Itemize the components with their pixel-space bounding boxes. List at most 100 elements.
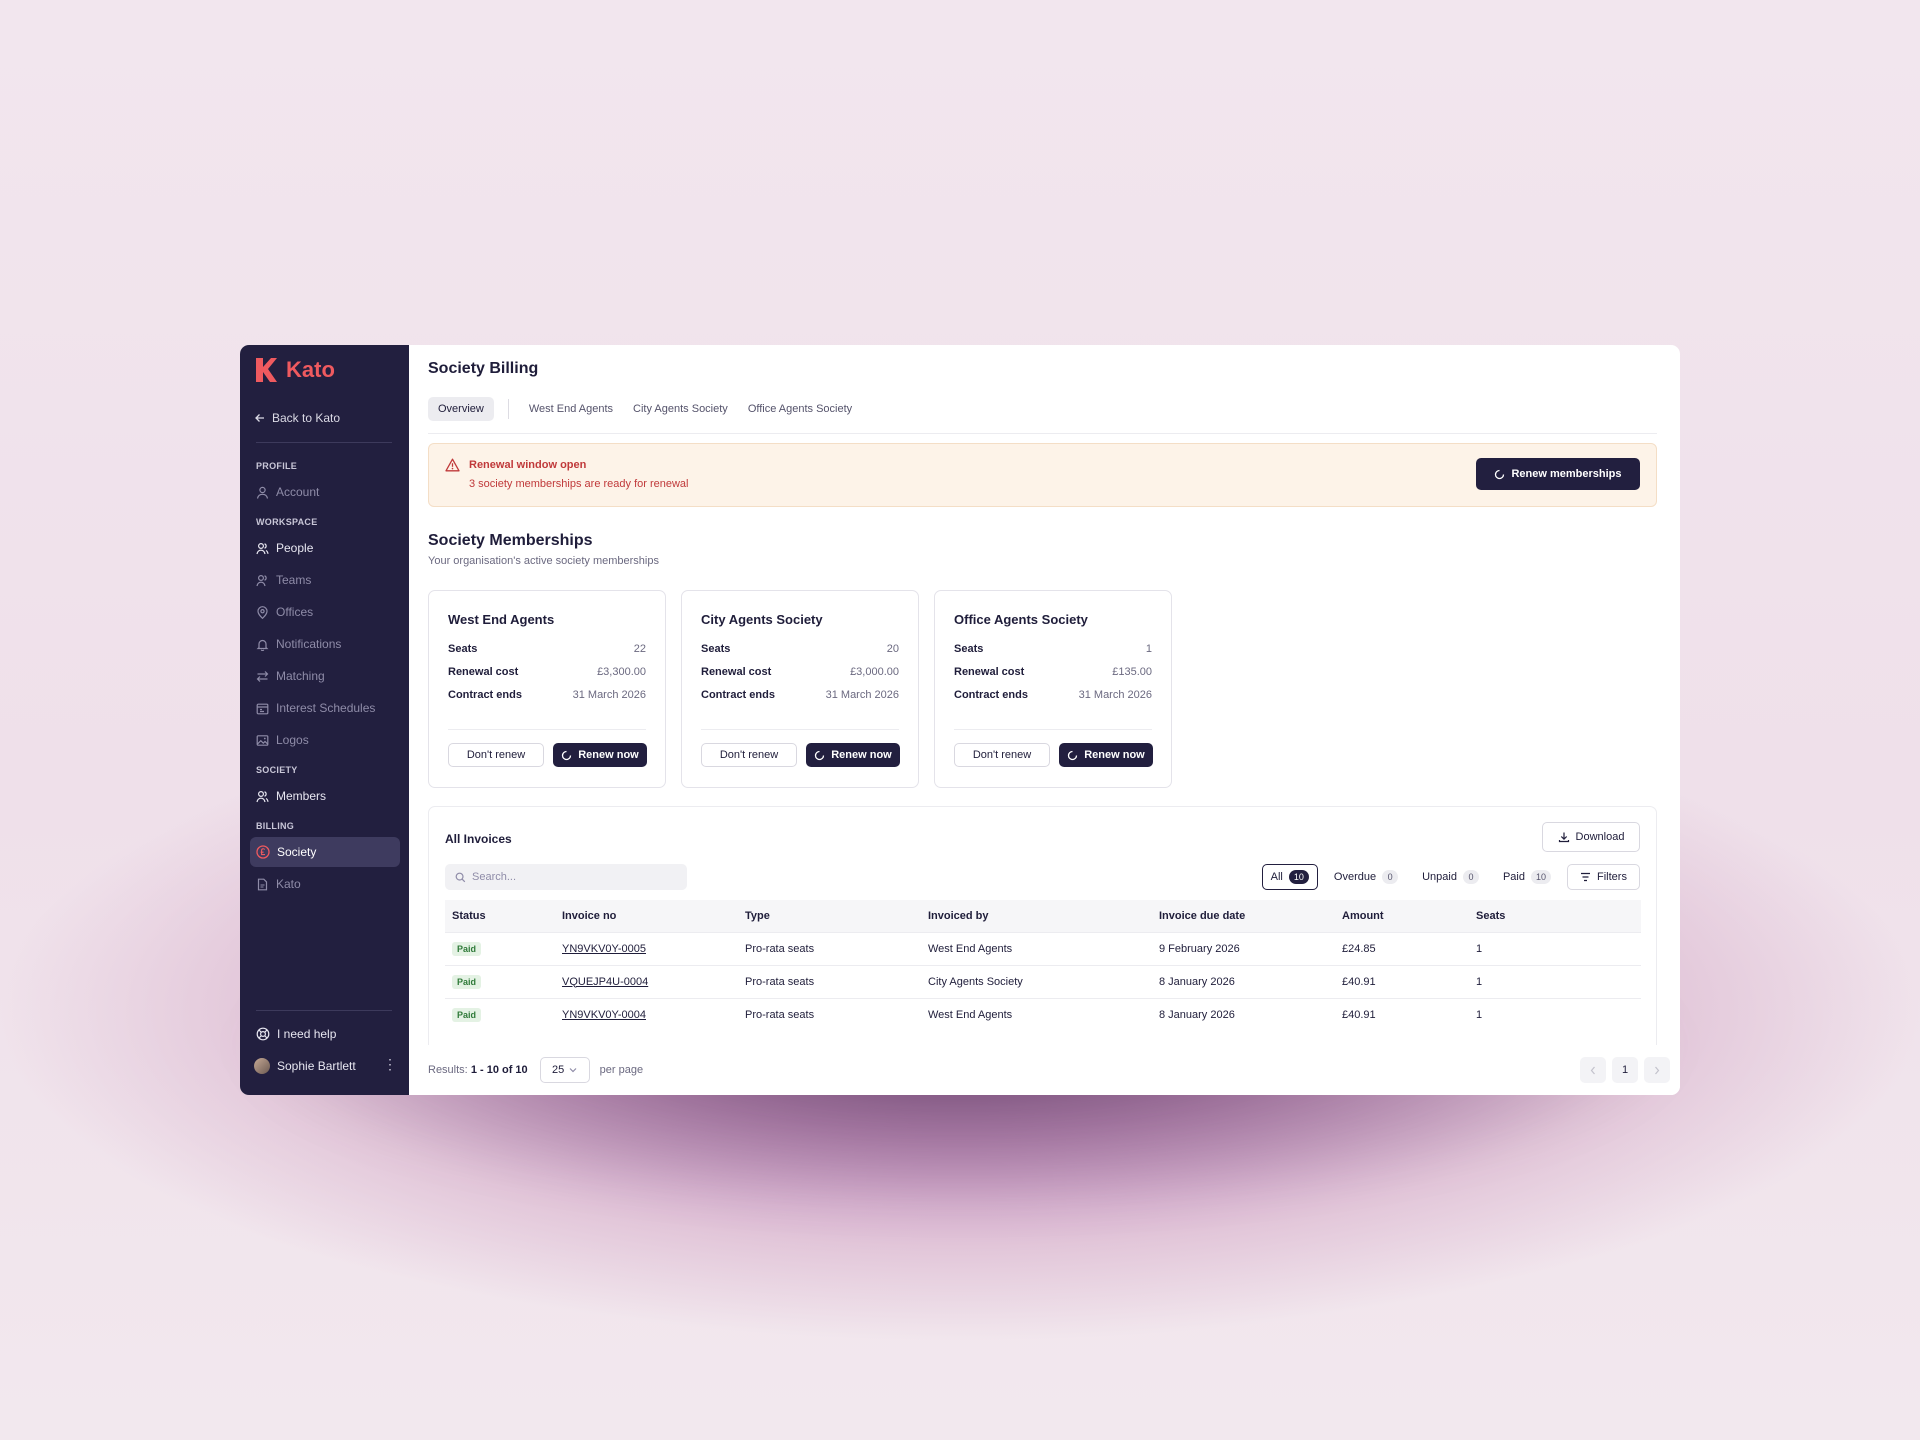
sidebar-item-people[interactable]: People <box>250 533 400 563</box>
seats-row: Seats 1 <box>954 643 1152 655</box>
status-badge: Paid <box>452 1007 482 1022</box>
tab-west-end-agents[interactable]: West End Agents <box>519 397 623 421</box>
renew-now-button[interactable]: Renew now <box>1059 743 1153 767</box>
column-header[interactable]: Seats <box>1469 900 1641 932</box>
next-page-button[interactable] <box>1644 1057 1670 1083</box>
renewal-cost-value: £135.00 <box>1112 666 1152 678</box>
button-label: Renew memberships <box>1511 468 1622 480</box>
section-profile: PROFILE <box>256 461 298 471</box>
due-date-cell: 8 January 2026 <box>1152 964 1335 998</box>
results-range: 1 - 10 of 10 <box>470 1064 528 1076</box>
card-divider <box>954 729 1152 730</box>
renewal-cost-row: Renewal cost £3,300.00 <box>448 666 646 678</box>
invoice-no-cell: VQUEJP4U-0004 <box>555 964 738 998</box>
dont-renew-button[interactable]: Don't renew <box>701 743 797 767</box>
column-header[interactable]: Invoice due date <box>1152 900 1335 932</box>
sidebar-item-offices[interactable]: Offices <box>250 597 400 627</box>
seats-label: Seats <box>701 643 731 655</box>
user-icon <box>256 486 269 499</box>
renew-now-button[interactable]: Renew now <box>806 743 900 767</box>
invoice-link[interactable]: VQUEJP4U-0004 <box>562 976 648 988</box>
filters-button[interactable]: Filters <box>1567 864 1640 890</box>
filter-all[interactable]: All 10 <box>1261 864 1318 890</box>
sidebar-item-logos[interactable]: Logos <box>250 725 400 755</box>
tab-city-agents-society[interactable]: City Agents Society <box>623 397 738 421</box>
results-summary: Results: 1 - 10 of 10 25 per page <box>428 1057 643 1083</box>
sidebar-item-label: Account <box>276 485 320 499</box>
renewal-cost-label: Renewal cost <box>448 666 519 678</box>
sidebar-item-label: People <box>276 541 314 555</box>
help-button[interactable]: I need help <box>250 1019 400 1049</box>
document-icon <box>257 878 268 890</box>
status-badge: Paid <box>452 941 482 956</box>
invoiced-by-cell: West End Agents <box>921 931 1152 965</box>
search-input[interactable] <box>472 871 672 883</box>
back-to-kato-link[interactable]: Back to Kato <box>254 411 340 425</box>
filter-count: 0 <box>1462 870 1479 884</box>
seats-label: Seats <box>954 643 984 655</box>
filter-lines-icon <box>1581 872 1591 882</box>
table-row[interactable]: Paid VQUEJP4U-0004 Pro-rata seats City A… <box>445 964 1641 998</box>
user-profile[interactable]: Sophie Bartlett <box>254 1058 356 1074</box>
tab-overview[interactable]: Overview <box>428 397 494 421</box>
invoices-title: All Invoices <box>445 832 512 846</box>
seats-row: Seats 22 <box>448 643 646 655</box>
invoice-search[interactable] <box>445 864 687 890</box>
dont-renew-button[interactable]: Don't renew <box>448 743 544 767</box>
dont-renew-button[interactable]: Don't renew <box>954 743 1050 767</box>
renew-now-button[interactable]: Renew now <box>553 743 647 767</box>
refresh-icon <box>815 750 825 760</box>
sidebar-item-interest-schedules[interactable]: Interest Schedules <box>250 693 400 723</box>
people-icon <box>256 790 269 802</box>
sidebar-item-account[interactable]: Account <box>250 477 400 507</box>
filter-unpaid[interactable]: Unpaid 0 <box>1414 864 1487 890</box>
sidebar-item-label: Members <box>276 789 327 803</box>
renewal-cost-label: Renewal cost <box>701 666 772 678</box>
contract-ends-label: Contract ends <box>954 689 1028 701</box>
filter-count: 0 <box>1382 870 1399 884</box>
table-row[interactable]: Paid YN9VKV0Y-0004 Pro-rata seats West E… <box>445 997 1641 1031</box>
user-name: Sophie Bartlett <box>277 1059 356 1073</box>
column-header[interactable]: Invoiced by <box>921 900 1152 932</box>
sidebar-item-notifications[interactable]: Notifications <box>250 629 400 659</box>
invoice-link[interactable]: YN9VKV0Y-0005 <box>562 943 646 955</box>
card-title: City Agents Society <box>701 612 823 627</box>
column-header[interactable]: Amount <box>1335 900 1469 932</box>
filter-paid[interactable]: Paid 10 <box>1495 864 1559 890</box>
invoice-link[interactable]: YN9VKV0Y-0004 <box>562 1009 646 1021</box>
sidebar-item-kato-billing[interactable]: Kato <box>250 869 400 899</box>
kato-logo[interactable]: Kato <box>254 357 335 383</box>
tab-office-agents-society[interactable]: Office Agents Society <box>738 397 862 421</box>
card-title: Office Agents Society <box>954 612 1088 627</box>
filter-label: Unpaid <box>1422 871 1457 883</box>
status-badge: Paid <box>452 974 482 989</box>
sidebar-item-teams[interactable]: Teams <box>250 565 400 595</box>
per-page-select[interactable]: 25 <box>539 1057 590 1083</box>
page-button-current[interactable]: 1 <box>1612 1057 1638 1083</box>
filter-overdue[interactable]: Overdue 0 <box>1326 864 1406 890</box>
amount-cell: £40.91 <box>1335 997 1469 1031</box>
button-label: Renew now <box>578 749 639 761</box>
arrow-left-icon <box>255 414 264 422</box>
card-title: West End Agents <box>448 612 555 627</box>
table-row[interactable]: Paid YN9VKV0Y-0005 Pro-rata seats West E… <box>445 931 1641 965</box>
sidebar-item-members[interactable]: Members <box>250 781 400 811</box>
column-header[interactable]: Status <box>445 900 555 932</box>
contract-ends-row: Contract ends 31 March 2026 <box>448 689 646 701</box>
column-header[interactable]: Type <box>738 900 921 932</box>
membership-card: Office Agents Society Seats 1 Renewal cos… <box>934 590 1172 788</box>
column-header[interactable]: Invoice no <box>555 900 738 932</box>
sidebar-item-matching[interactable]: Matching <box>250 661 400 691</box>
renewal-cost-value: £3,000.00 <box>850 666 899 678</box>
seats-cell: 1 <box>1469 931 1641 965</box>
download-button[interactable]: Download <box>1542 822 1640 852</box>
contract-ends-label: Contract ends <box>448 689 522 701</box>
people-icon <box>256 542 269 554</box>
back-label: Back to Kato <box>272 411 341 425</box>
renew-memberships-button[interactable]: Renew memberships <box>1476 458 1640 490</box>
status-cell: Paid <box>445 964 555 998</box>
sidebar-item-label: Teams <box>276 573 312 587</box>
sidebar-item-society-billing[interactable]: Society <box>250 837 400 867</box>
more-vertical-icon[interactable]: ⋮ <box>383 1057 397 1071</box>
previous-page-button[interactable] <box>1580 1057 1606 1083</box>
